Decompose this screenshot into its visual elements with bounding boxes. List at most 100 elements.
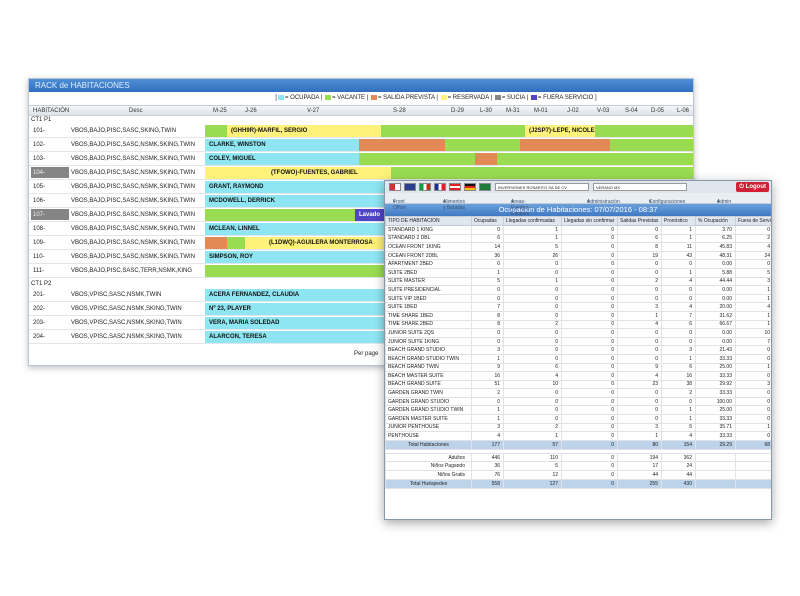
occupied-bar[interactable]: SIMPSON, ROY: [205, 251, 391, 263]
departure-bar[interactable]: [205, 237, 227, 249]
table-cell: 5: [503, 461, 562, 472]
column-header[interactable]: TIPO DE HABITACION: [385, 216, 472, 226]
table-cell: 3: [661, 345, 696, 355]
flag-icon[interactable]: [449, 183, 461, 191]
table-cell: 4: [471, 431, 504, 441]
table-row[interactable]: BEACH GRAND STUDIO TWIN 1 0 0 0 1 33.33 0: [385, 353, 771, 364]
table-row[interactable]: SUITE PRESIDENCIAL 0 0 0 0 0 0.00 1: [385, 285, 771, 295]
room-number: 107-: [31, 209, 69, 220]
table-row[interactable]: JUNIOR PENTHOUSE 3 2 0 3 5 35.71 1: [385, 422, 771, 433]
departure-bar[interactable]: [520, 139, 610, 151]
table-cell: 38: [661, 379, 696, 390]
table-row[interactable]: GARDEN GRAND STUDIO TWIN 1 0 0 0 1 25.00 0: [385, 405, 771, 416]
occupied-bar[interactable]: COLEY, MIGUEL: [205, 153, 359, 165]
rack-row[interactable]: 101- VBOS,BAJO,PISC,SASC,SKING,TWIN (GHH…: [29, 124, 693, 138]
hotel-select[interactable]: VERANO MX: [593, 183, 687, 191]
rack-row[interactable]: 103- VBOS,BAJO,PISC,SASC,NSMK,SKING,TWIN…: [29, 152, 693, 166]
room-number: 111-: [33, 268, 45, 274]
table-cell: BEACH MASTER SUITE: [385, 371, 472, 381]
flag-icon[interactable]: [434, 183, 446, 191]
flag-icon[interactable]: [464, 183, 476, 191]
departure-bar[interactable]: [475, 153, 497, 165]
table-row[interactable]: SUITE MASTER 5 1 0 2 4 44.44 3: [385, 276, 771, 287]
table-row[interactable]: OCEAN FRONT 1KING 14 5 0 8 11 45.83 4: [385, 242, 771, 252]
table-row[interactable]: STANDARD 1 KING 0 1 0 0 1 3.70 0: [385, 225, 771, 235]
logout-button[interactable]: ⏻ Logout: [736, 182, 769, 192]
table-row[interactable]: GARDEN MASTER SUITE 1 0 0 0 1 33.33 0: [385, 414, 771, 424]
table-row[interactable]: SUITE VIP 1BED 0 0 0 0 0 0.00 1: [385, 293, 771, 304]
occupancy-table: TIPO DE HABITACION Ocupadas Llegadas con…: [385, 216, 771, 489]
column-header[interactable]: Salidas Previstas: [617, 216, 662, 226]
rack-row[interactable]: 104- VBOS,BAJO,PISC,SASC,NSMK,SKING,TWIN…: [29, 166, 693, 180]
table-cell: Total Huéspedes: [385, 478, 472, 489]
table-cell: 0: [471, 293, 504, 304]
table-row[interactable]: SUITE 1BED 7 0 0 3 4 20.00 4: [385, 302, 771, 312]
table-cell: 430: [661, 478, 696, 489]
table-cell: 0: [503, 259, 562, 269]
table-cell: 0: [661, 328, 696, 338]
flag-icon[interactable]: [389, 183, 401, 191]
flag-icon[interactable]: [404, 183, 416, 191]
table-row[interactable]: TIME SHARE 2BED 8 2 0 4 6 66.67 1: [385, 319, 771, 330]
table-row[interactable]: GARDEN GRAND TWIN 2 0 0 0 2 33.33 0: [385, 388, 771, 398]
table-cell: 76: [471, 470, 504, 480]
table-cell: 24: [661, 461, 696, 472]
occupied-bar[interactable]: MCDOWELL, DERRICK: [205, 195, 391, 207]
table-cell: 0: [561, 396, 618, 407]
room-desc: VBOS,BAJO,PISC,SASC,NSMK,SKING,TWIN: [71, 226, 196, 232]
table-row[interactable]: OCEAN FRONT 2DBL 36 26 0 19 43 48.31 24: [385, 250, 771, 261]
legend-vacante: = VACANTE: [331, 95, 366, 101]
empty-cell: [695, 478, 736, 489]
column-header[interactable]: Llegadas sin confirmar: [561, 216, 618, 226]
table-row[interactable]: BEACH GRAND SUITE 51 10 0 23 38 29.92 3: [385, 379, 771, 390]
flag-icon[interactable]: [419, 183, 431, 191]
table-cell: 0: [561, 461, 618, 472]
table-cell: BEACH GRAND TWIN: [385, 362, 472, 373]
table-cell: 127: [503, 478, 562, 489]
table-cell: 0: [561, 345, 618, 355]
reservation-bar[interactable]: (TFOWO)-FUENTES, GABRIEL: [205, 167, 391, 179]
occupied-bar[interactable]: MCLEAN, LINNEL: [205, 223, 391, 235]
table-row[interactable]: BEACH MASTER SUITE 16 4 0 4 16 33.33 0: [385, 371, 771, 381]
table-row[interactable]: JUNIOR SUITE 2QS 0 0 0 0 0 0.00 10: [385, 328, 771, 338]
table-row[interactable]: TIME SHARE 1BED 8 0 0 1 7 31.62 1: [385, 310, 771, 321]
table-row[interactable]: PENTHOUSE 4 1 0 1 4 33.33 0: [385, 431, 771, 441]
reservation-bar[interactable]: (J2SP7)-LEPE, NICOLE: [525, 125, 595, 137]
table-row[interactable]: BEACH GRAND STUDIO 3 0 0 0 3 21.43 0: [385, 345, 771, 355]
table-row[interactable]: BEACH GRAND TWIN 9 6 0 9 6 25.00 1: [385, 362, 771, 373]
reservation-bar[interactable]: (L1DWQ)-AGUILERA MONTERROSA: [245, 237, 391, 249]
departure-bar[interactable]: [359, 139, 445, 151]
per-page-label[interactable]: Per page: [354, 351, 378, 357]
table-cell: 0: [661, 336, 696, 347]
table-row[interactable]: JUNIOR SUITE 1KING 0 0 0 0 0 0.00 7: [385, 336, 771, 347]
table-cell: 1: [661, 267, 696, 278]
reservation-bar[interactable]: (GHH9R)-MARFIL, SERGIO: [227, 125, 381, 137]
room-desc: VBOS,BAJO,PISC,SASC,NSMK,SKING,TWIN: [71, 142, 196, 148]
empty-cell: [735, 470, 771, 480]
day-label: V-27: [307, 108, 320, 114]
room-number: 108-: [33, 226, 46, 232]
column-header[interactable]: Llegadas confirmadas: [503, 216, 562, 226]
table-row[interactable]: APARTMENT 2BED 0 0 0 0 0 0.00 0: [385, 259, 771, 269]
column-header[interactable]: Ocupadas: [471, 216, 504, 226]
flag-icon[interactable]: [479, 183, 491, 191]
table-row[interactable]: GARDEN GRAND STUDIO 0 0 0 0 0 100.00 0: [385, 396, 771, 407]
rack-row[interactable]: 102- VBOS,BAJO,PISC,SASC,NSMK,SKING,TWIN…: [29, 138, 693, 152]
occupied-bar[interactable]: GRANT, RAYMOND: [205, 181, 391, 193]
empty-cell: [735, 461, 771, 472]
column-header[interactable]: Pronóstico: [661, 216, 696, 226]
occupied-bar[interactable]: CLARKE, WINSTON: [205, 139, 359, 151]
company-select[interactable]: INVERSIONES ROSARITO SA DE CV: [495, 183, 589, 191]
table-row[interactable]: SUITE 2BED 1 0 0 0 1 5.88 5: [385, 267, 771, 278]
table-cell: 0: [561, 328, 618, 338]
table-cell: 0: [561, 336, 618, 347]
room-number: 110-: [33, 254, 45, 260]
table-cell: 0: [561, 452, 618, 463]
column-header[interactable]: % Ocupación: [695, 216, 736, 226]
column-header[interactable]: Fuera de Servicio: [735, 216, 771, 226]
legend-fuera: = FUERA SERVICIO: [537, 95, 594, 101]
table-row[interactable]: STANDARD 2 DBL 6 1 0 6 1 6.25 2: [385, 233, 771, 244]
chevron-down-icon: ▾: [443, 199, 446, 205]
table-cell: 26: [503, 250, 562, 261]
day-label: D-05: [651, 108, 665, 114]
